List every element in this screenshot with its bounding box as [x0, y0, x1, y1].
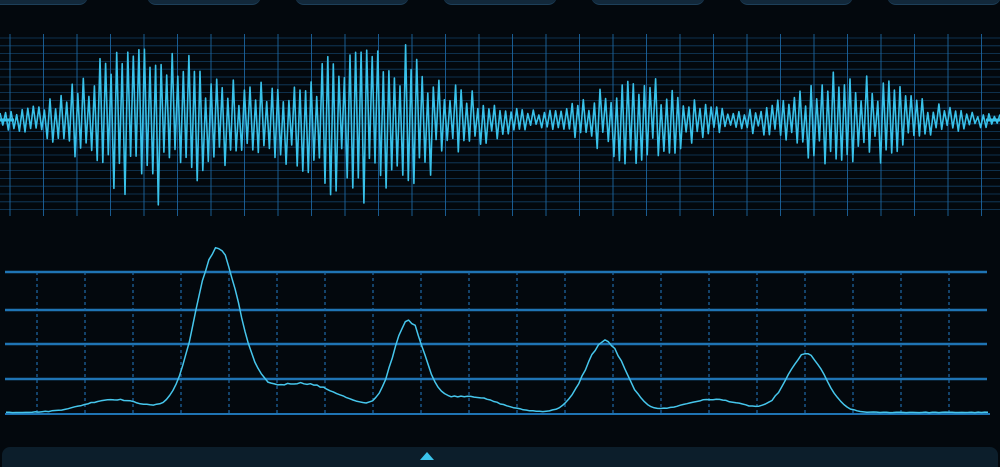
- tab-3[interactable]: [295, 0, 409, 5]
- envelope-grid: [5, 270, 990, 415]
- toolbar: [0, 0, 1000, 8]
- tab-1[interactable]: [0, 0, 88, 5]
- tab-5[interactable]: [591, 0, 705, 5]
- waveform-panel: [0, 34, 1000, 216]
- tab-2[interactable]: [147, 0, 261, 5]
- tab-4[interactable]: [443, 0, 557, 5]
- timeline-scrubber[interactable]: [2, 447, 998, 467]
- waveform-grid: [0, 34, 1000, 216]
- playhead-marker[interactable]: [420, 452, 434, 460]
- envelope-panel: [5, 246, 990, 415]
- tab-6[interactable]: [739, 0, 853, 5]
- tab-7[interactable]: [887, 0, 1000, 5]
